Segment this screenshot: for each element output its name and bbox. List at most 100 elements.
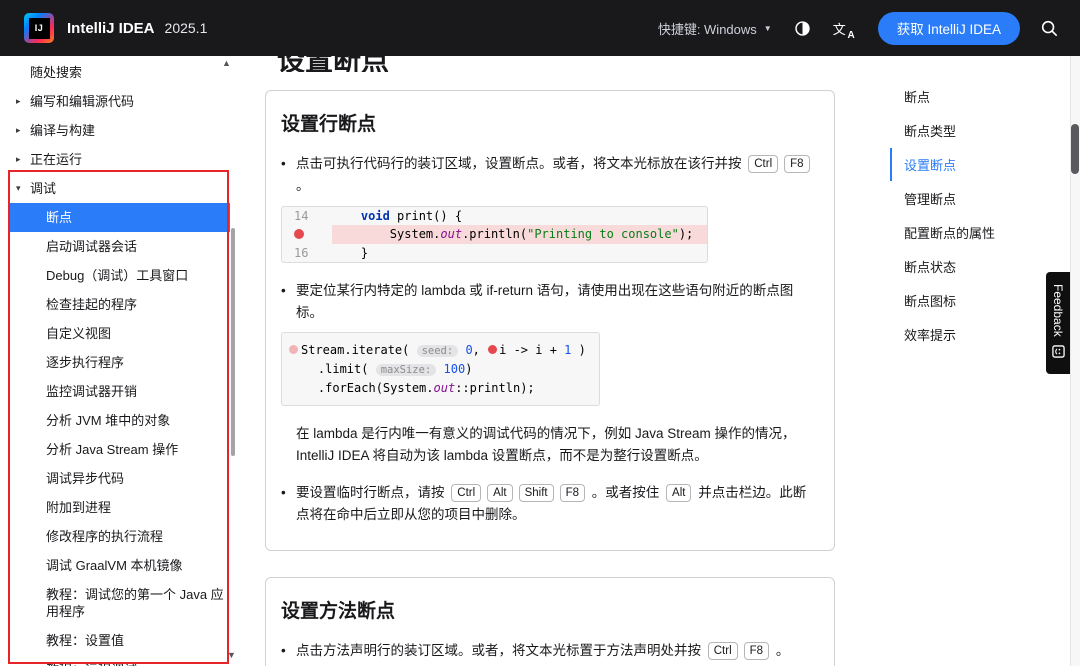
sidebar-item[interactable]: ▸ 编写和编辑源代码 xyxy=(8,87,230,116)
page-scrollbar-thumb[interactable] xyxy=(1071,124,1079,174)
theme-contrast-toggle[interactable] xyxy=(794,20,811,37)
feedback-tab[interactable]: Feedback xyxy=(1046,272,1070,374)
translate-icon: 文A xyxy=(832,21,855,41)
paragraph: 在 lambda 是行内唯一有意义的调试代码的情况下，例如 Java Strea… xyxy=(296,423,814,468)
language-switcher[interactable]: 文A xyxy=(832,19,855,41)
product-version: 2025.1 xyxy=(164,20,208,36)
kbd-key: Ctrl xyxy=(748,155,779,173)
toc-item[interactable]: 配置断点的属性 xyxy=(890,216,1080,249)
search-button[interactable] xyxy=(1040,19,1058,37)
sidebar-item[interactable]: ▾ 调试 xyxy=(8,174,230,203)
sidebar-subitem[interactable]: 修改程序的执行流程 xyxy=(8,522,230,551)
sidebar-subitem[interactable]: 启动调试器会话 xyxy=(8,232,230,261)
sidebar-subitem[interactable]: 附加到进程 xyxy=(8,493,230,522)
line-breakpoint-icon[interactable] xyxy=(294,228,304,239)
code-line: .limit( maxSize: 100) xyxy=(289,360,586,379)
text-token: ::println); xyxy=(455,381,535,396)
code-line: System.out.println("Printing to console"… xyxy=(282,224,708,244)
code-line: Stream.iterate( seed: 0, i -> i + 1 ) xyxy=(289,341,586,360)
sidebar-subitem[interactable]: 自定义视图 xyxy=(8,319,230,348)
code-line: .forEach(System.out::println); xyxy=(289,379,586,397)
contrast-icon xyxy=(795,20,810,36)
text-token: 。 xyxy=(772,643,790,659)
section-body: • 点击可执行代码行的装订区域，设置断点。或者，将文本光标放在该行并按 Ctrl F… xyxy=(279,153,814,526)
product-name: IntelliJ IDEA xyxy=(67,19,155,37)
top-header: IJ IntelliJ IDEA 2025.1 快捷键: Windows ▼ 文… xyxy=(0,0,1080,56)
bullet-marker: • xyxy=(281,156,286,171)
sidebar-subitem[interactable]: 教程：调试您的第一个 Java 应用程序 xyxy=(8,580,230,626)
text-token: .limit( xyxy=(289,362,376,377)
code-gutter: 16 xyxy=(294,245,309,260)
text-token: i -> i + xyxy=(499,343,565,358)
kbd-key: Ctrl xyxy=(451,483,482,502)
sidebar-subitem[interactable]: 监控调试器开销 xyxy=(8,377,230,406)
sidebar-item[interactable]: ▸ 正在运行 xyxy=(8,145,230,174)
sidebar-item-label: 随处搜索 xyxy=(30,65,83,80)
intellij-logo[interactable]: IJ xyxy=(24,13,54,43)
text-token: System. xyxy=(332,226,441,241)
text-token: Stream.iterate( xyxy=(301,343,417,358)
bullet-text: 点击方法声明行的装订区域。或者，将文本光标置于方法声明处并按 Ctrl F8 。 xyxy=(296,640,789,662)
text-token: 。 xyxy=(296,178,310,194)
feedback-label: Feedback xyxy=(1051,284,1065,337)
sidebar-item-label: 正在运行 xyxy=(30,152,83,167)
shortcut-os-dropdown[interactable]: 快捷键: Windows ▼ xyxy=(658,19,772,38)
get-intellij-button[interactable]: 获取 IntelliJ IDEA xyxy=(877,11,1020,45)
sidebar-subitem[interactable]: 调试异步代码 xyxy=(8,464,230,493)
main-article: 设置断点 设置行断点 • 点击可执行代码行的装订区域，设置断点。或者，将文本光标放… xyxy=(240,56,848,666)
text-token: .forEach(System. xyxy=(289,381,434,396)
chevron-collapsed-icon[interactable]: ▸ xyxy=(16,151,21,168)
lambda-breakpoint-dot-icon xyxy=(289,345,298,355)
code-gutter xyxy=(282,225,332,244)
text-token: 要定位某行内特定的 lambda 或 if-return 语句，请使用出现在这些… xyxy=(296,282,794,320)
sidebar-subitem[interactable]: 检查挂起的程序 xyxy=(8,290,230,319)
bullet-item: • 点击方法声明行的装订区域。或者，将文本光标置于方法声明处并按 Ctrl F8 。 xyxy=(281,640,814,662)
toc-item[interactable]: 断点类型 xyxy=(890,114,1080,147)
text-token: maxSize: xyxy=(375,364,437,377)
page-title-clip: 设置断点 xyxy=(277,56,848,72)
sidebar-item-label: 调试 xyxy=(30,181,57,196)
chevron-collapsed-icon[interactable]: ▸ xyxy=(16,93,21,110)
section-card-line-breakpoints: 设置行断点 • 点击可执行代码行的装订区域，设置断点。或者，将文本光标放在该行并按… xyxy=(265,90,835,552)
toc-item[interactable]: 管理断点 xyxy=(890,182,1080,215)
bullet-item: • 要设置临时行断点，请按 Ctrl Alt Shift F8 。或者按住 Alt 并点… xyxy=(281,482,814,527)
kbd-key: Ctrl xyxy=(707,642,738,661)
toc-item[interactable]: 断点 xyxy=(890,80,1080,113)
text-token: out xyxy=(440,226,463,241)
section-body: • 点击方法声明行的装订区域。或者，将文本光标置于方法声明处并按 Ctrl F8 。… xyxy=(279,640,814,666)
sidebar-subitem[interactable]: 逐步执行程序 xyxy=(8,348,230,377)
sidebar-item[interactable]: 随处搜索 xyxy=(8,58,230,87)
text-token: 。或者按住 xyxy=(588,484,664,500)
sidebar-item-label: 编译与构建 xyxy=(30,123,96,138)
bullet-marker: • xyxy=(281,484,286,500)
sidebar-scrollbar-thumb[interactable] xyxy=(231,228,235,456)
text-token: 要设置临时行断点，请按 xyxy=(296,484,449,500)
sidebar-subitem[interactable]: 分析 Java Stream 操作 xyxy=(8,435,230,464)
section-card-method-breakpoints: 设置方法断点 • 点击方法声明行的装订区域。或者，将文本光标置于方法声明处并按 C… xyxy=(265,577,835,666)
chevron-expanded-icon[interactable]: ▾ xyxy=(16,180,21,197)
sidebar-subitem[interactable]: 教程：设置值 xyxy=(8,626,230,655)
sidebar-item[interactable]: ▸ 编译与构建 xyxy=(8,116,230,145)
sidebar-scroll-down-icon[interactable]: ▼ xyxy=(227,650,236,660)
kbd-key: Alt xyxy=(487,483,513,502)
sidebar-subitem[interactable]: 调试 GraalVM 本机镜像 xyxy=(8,551,230,580)
text-token: , xyxy=(472,343,488,358)
sidebar-item-label: 编写和编辑源代码 xyxy=(30,94,135,109)
bullet-text: 要定位某行内特定的 lambda 或 if-return 语句，请使用出现在这些… xyxy=(296,280,814,325)
text-token: out xyxy=(433,381,456,396)
toc-item[interactable]: 设置断点 xyxy=(890,148,1080,181)
code-text: } xyxy=(332,244,707,262)
kbd-key: Alt xyxy=(666,483,692,502)
sidebar-subitem[interactable]: 分析 JVM 堆中的对象 xyxy=(8,406,230,435)
bullet-marker: • xyxy=(281,282,286,298)
sidebar-subitem[interactable]: 断点 xyxy=(8,203,230,232)
bullet-marker: • xyxy=(281,643,286,659)
sidebar-subitem[interactable]: Debug（调试）工具窗口 xyxy=(8,261,230,290)
code-gutter: 14 xyxy=(294,208,309,223)
intellij-logo-letters: IJ xyxy=(28,17,50,39)
code-text: System.out.println("Printing to console"… xyxy=(332,224,708,244)
chevron-collapsed-icon[interactable]: ▸ xyxy=(16,122,21,139)
feedback-smiley-icon xyxy=(1051,344,1065,358)
sidebar-subitem[interactable]: 教程：远程调试 xyxy=(8,655,230,666)
